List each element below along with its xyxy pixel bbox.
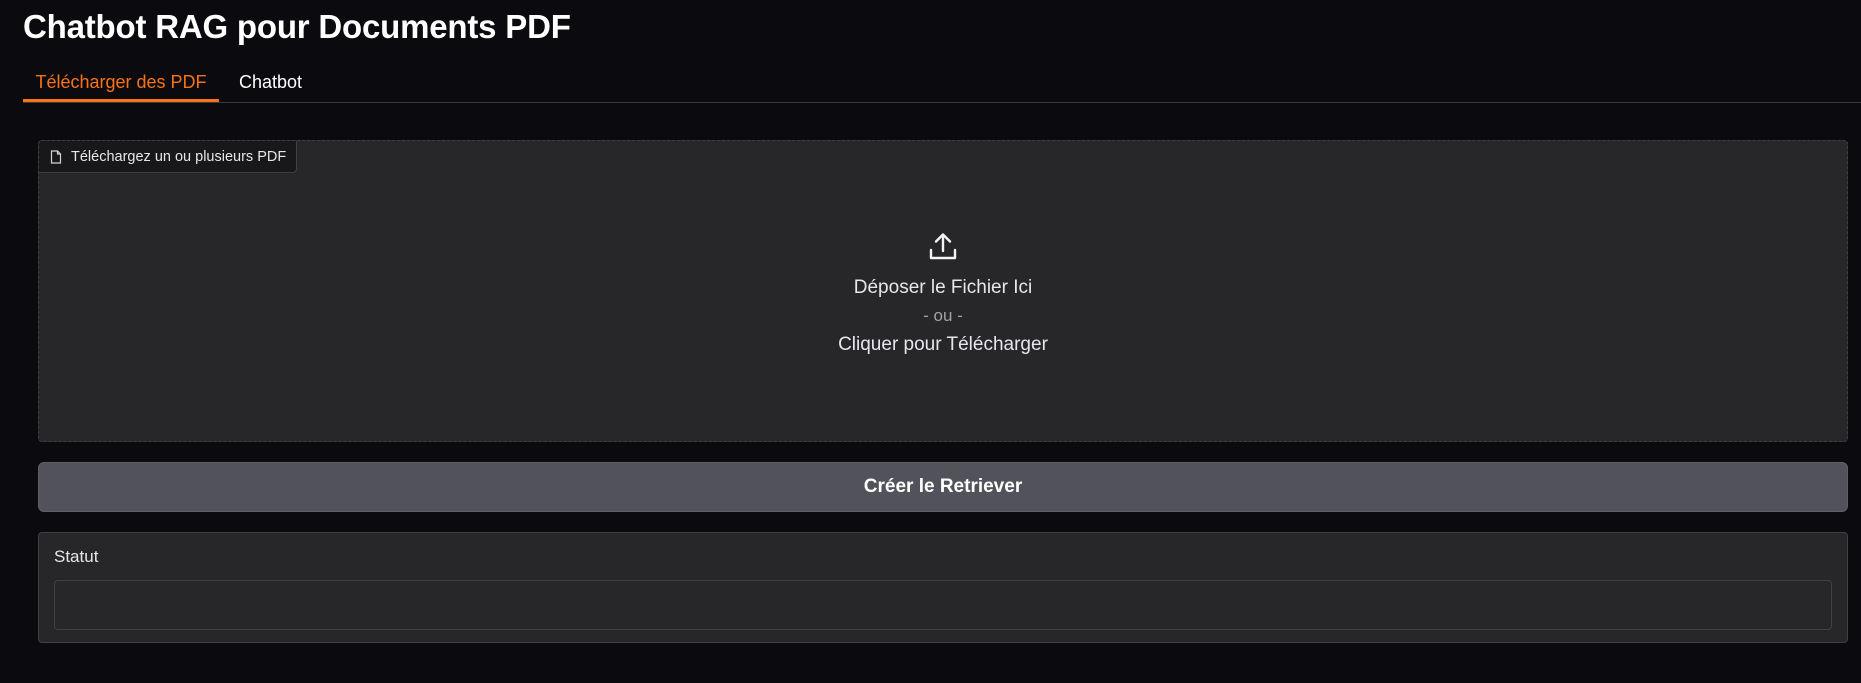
pdf-upload-dropzone[interactable]: Téléchargez un ou plusieurs PDF Déposer … (38, 140, 1848, 442)
upload-label-text: Téléchargez un ou plusieurs PDF (71, 148, 287, 165)
upload-icon (927, 231, 959, 263)
upload-prompt: Déposer le Fichier Ici - ou - Cliquer po… (39, 231, 1847, 357)
file-icon (50, 149, 62, 164)
tab-bar: Télécharger des PDF Chatbot (23, 64, 1861, 103)
click-to-upload-text: Cliquer pour Télécharger (838, 334, 1048, 355)
tab-chatbot[interactable]: Chatbot (239, 64, 302, 102)
drop-file-text: Déposer le Fichier Ici (853, 277, 1033, 298)
upload-block-label: Téléchargez un ou plusieurs PDF (39, 141, 298, 173)
or-separator-text: - ou - (923, 306, 963, 325)
status-label: Statut (54, 547, 99, 566)
status-output-field[interactable] (54, 580, 1832, 630)
tab-upload-pdf[interactable]: Télécharger des PDF (23, 64, 219, 102)
status-panel: Statut (38, 532, 1848, 643)
page-title: Chatbot RAG pour Documents PDF (23, 8, 571, 45)
app-root: Chatbot RAG pour Documents PDF Télécharg… (0, 0, 1861, 683)
create-retriever-button[interactable]: Créer le Retriever (38, 462, 1848, 512)
